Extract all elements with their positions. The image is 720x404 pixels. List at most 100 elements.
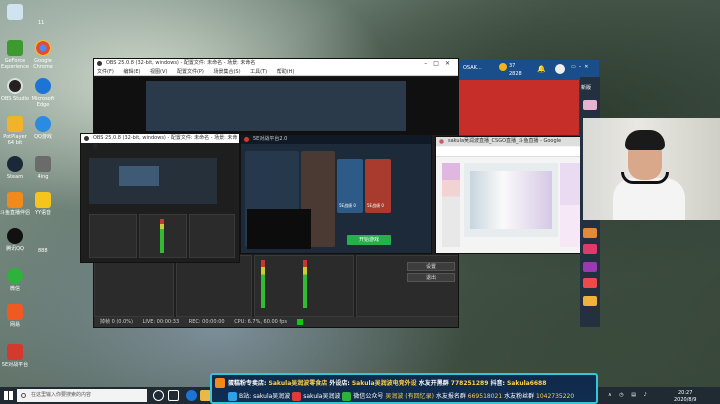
desktop-icon-netease[interactable]: 网易 (0, 304, 30, 328)
coin-icon (499, 63, 507, 71)
system-tray: 20:27 2020/8/9 ∧ ◷ ▤ ♪ (600, 389, 720, 404)
game-titlebar[interactable]: 5E对战平台2.0 (241, 135, 431, 144)
menu-view[interactable]: 视图(V) (150, 69, 167, 75)
front-controls-panel (189, 214, 235, 258)
obs-front-titlebar[interactable]: OBS 25.0.8 (32-bit, windows) - 配置文件: 未命名… (81, 134, 239, 150)
shop-icon (215, 378, 225, 388)
streamer-shirt (613, 178, 685, 220)
peripheral-shop-name: Sakula吴润波电竞外设 (351, 380, 417, 387)
start-game-button[interactable]: 开始游戏 (347, 235, 391, 245)
desktop-icon-recycle-bin[interactable] (0, 4, 30, 22)
sidebar-chip[interactable] (583, 100, 597, 110)
desktop-icon-potplayer[interactable]: PotPlayer 64 bit (0, 116, 30, 146)
desktop-icon-geforce[interactable]: GeForce Experience (0, 40, 30, 70)
sidebar-chip[interactable] (583, 296, 597, 306)
steam-label: Steam (6, 174, 24, 180)
audio-meter (303, 260, 307, 308)
chrome-titlebar[interactable]: sakula吴润波直播_CSGO直播_斗鱼直播 - Google Chrome (436, 137, 582, 153)
wechat-icon (7, 268, 23, 284)
desktop-icon-yy[interactable]: YY语音 (28, 192, 58, 216)
desktop-icon-4ing[interactable]: 4ing (28, 156, 58, 180)
game-overlay-panel (247, 209, 311, 249)
video-content (470, 171, 552, 229)
taskbar-search-input[interactable]: 在这里输入你要搜索的内容 (17, 389, 147, 402)
obs-back-titlebar[interactable]: OBS 25.0.8 (32-bit, windows) - 配置文件: 未命名… (94, 59, 458, 68)
clock-date[interactable]: 2020/8/9 (674, 397, 696, 403)
menu-scene-collection[interactable]: 场景集合(S) (213, 69, 240, 75)
windows-start-icon[interactable] (4, 391, 13, 400)
douyin-id: Sakula6688 (506, 380, 547, 387)
menu-edit[interactable]: 编辑(E) (123, 69, 140, 75)
sidebar-chip[interactable] (583, 278, 597, 288)
douyu-tab[interactable]: OSAK... (463, 65, 482, 71)
edge-label: Microsoft Edge (31, 96, 55, 108)
page-left-column (442, 163, 460, 247)
menu-help[interactable]: 帮助(H) (277, 69, 295, 75)
bell-icon[interactable]: 🔔 (537, 65, 546, 73)
desktop-icon-obs[interactable]: OBS Studio (0, 78, 30, 102)
desktop-icon-chrome[interactable]: Google Chrome (28, 40, 58, 70)
coin-count: 37 (509, 63, 516, 69)
window-controls[interactable]: –□✕ (424, 59, 456, 68)
fan-group-label: 水友开黑群 (418, 380, 449, 387)
task-view-icon[interactable] (168, 390, 179, 401)
settings-button[interactable]: 设置 (407, 262, 455, 271)
weibo-icon (292, 392, 302, 401)
headset (621, 172, 669, 184)
fans-group-label: 水友粉丝群 (504, 393, 535, 400)
rank-card-blue[interactable]: 5E战绩 0 (337, 159, 363, 213)
edge-icon[interactable] (186, 390, 197, 401)
fan-group-number: 778251289 (450, 380, 489, 387)
bilibili-icon (228, 392, 237, 401)
dropped-frames: 掉帧 0 (0.0%) (100, 319, 133, 325)
5e-platform-icon (7, 344, 23, 360)
desktop-label-top: 11 (38, 20, 45, 26)
desktop-icon-qq-game[interactable]: QQ游戏 (28, 116, 58, 140)
weibo-id: sakula吴润波 (303, 393, 341, 400)
rec-time: REC: 00:00:00 (188, 319, 225, 325)
rank-label-blue: 5E战绩 0 (339, 203, 356, 208)
chat-column (560, 163, 580, 247)
audio-meter (160, 219, 164, 253)
chrome-window[interactable]: sakula吴润波直播_CSGO直播_斗鱼直播 - Google Chrome (435, 136, 583, 254)
sidebar-chip[interactable] (583, 228, 597, 238)
sidebar-chip[interactable] (583, 244, 597, 254)
desktop-icon-edge[interactable]: Microsoft Edge (28, 78, 58, 108)
clock-time[interactable]: 20:27 (678, 390, 692, 396)
yy-label: YY语音 (34, 210, 52, 216)
5e-logo-icon (244, 137, 249, 142)
search-icon (21, 393, 26, 398)
tray-icons[interactable]: ∧ ◷ ▤ ♪ (608, 392, 650, 398)
wechat-official-label: 微信公众号 (353, 393, 384, 400)
menu-tools[interactable]: 工具(T) (250, 69, 267, 75)
potplayer-label: PotPlayer 64 bit (3, 134, 27, 146)
menu-file[interactable]: 文件(F) (97, 69, 114, 75)
qq-game-label: QQ游戏 (34, 134, 52, 140)
streamer-hair (625, 130, 665, 150)
obs-back-preview (94, 77, 458, 135)
menu-profile[interactable]: 配置文件(P) (177, 69, 204, 75)
audio-mixer-panel (254, 255, 354, 317)
cortana-icon[interactable] (153, 390, 164, 401)
obs-window-front[interactable]: OBS 25.0.8 (32-bit, windows) - 配置文件: 未命名… (80, 133, 240, 263)
new-version-badge: 新版 (581, 85, 592, 91)
stream-player[interactable] (464, 163, 558, 237)
desktop-icon-wechat[interactable]: 微信 (0, 268, 30, 292)
desktop-icon-steam[interactable]: Steam (0, 156, 30, 180)
signup-group-number: 669518021 (467, 393, 503, 400)
desktop-icon-5e[interactable]: 5E对战平台 (0, 344, 30, 368)
desktop-icon-qq[interactable]: 腾讯QQ (0, 228, 30, 252)
game-window[interactable]: 5E对战平台2.0 5E战绩 0 5E战绩 0 开始游戏 (240, 134, 432, 254)
desktop-icon-douyu[interactable]: 斗鱼直播伴侣 (0, 192, 30, 216)
geforce-label: GeForce Experience (1, 58, 29, 70)
avatar[interactable] (555, 64, 565, 74)
bilibili-label: B站: (239, 393, 252, 400)
rank-card-red[interactable]: 5E战绩 0 (365, 159, 391, 213)
douyu-window-controls[interactable]: ▭–✕ (571, 64, 591, 70)
chrome-label: Google Chrome (33, 58, 53, 70)
douyu-label: 斗鱼直播伴侣 (0, 210, 31, 216)
exit-button[interactable]: 退出 (407, 273, 455, 282)
address-bar[interactable] (436, 147, 582, 157)
yy-icon (35, 192, 51, 208)
sidebar-chip[interactable] (583, 262, 597, 272)
